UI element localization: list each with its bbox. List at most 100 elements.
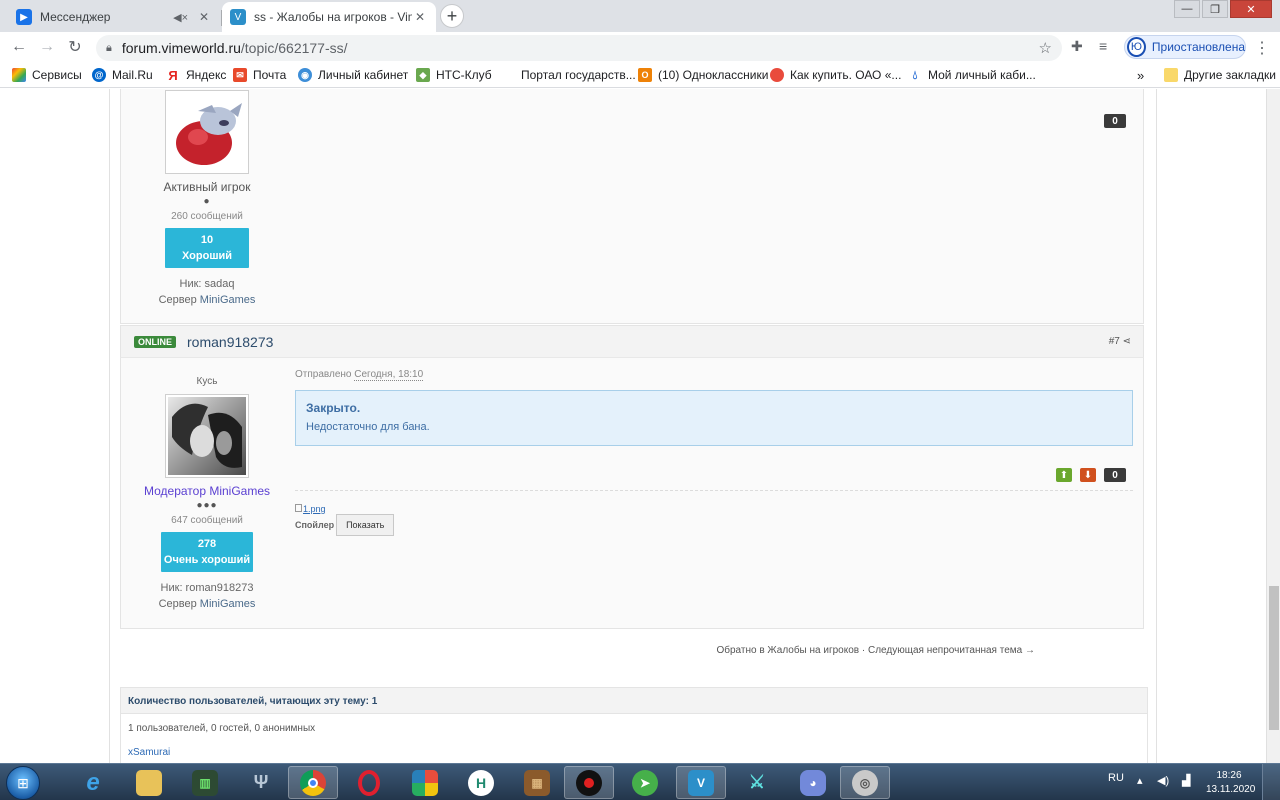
share-icon[interactable]: ⋖ bbox=[1123, 336, 1131, 347]
tab-title: ss - Жалобы на игроков - VimeWorld bbox=[254, 10, 412, 24]
taskbar-trident[interactable]: Ψ bbox=[236, 766, 286, 799]
h-app-icon: H bbox=[468, 769, 494, 796]
record-icon bbox=[576, 769, 602, 796]
post-author-info: Активный игрок ● 260 сообщений 10 Хороши… bbox=[121, 90, 293, 308]
close-icon[interactable]: ✕ bbox=[412, 10, 428, 24]
player-server: Сервер MiniGames bbox=[158, 598, 256, 610]
bookmark-cabinet[interactable]: ◉ Личный кабинет bbox=[298, 66, 408, 84]
forum-container: Активный игрок ● 260 сообщений 10 Хороши… bbox=[109, 89, 1157, 763]
taskbar-sword-app[interactable]: ⚔ bbox=[732, 766, 782, 799]
downvote-button[interactable]: ⬇ bbox=[1080, 468, 1096, 482]
bookmark-mail[interactable]: ✉ Почта bbox=[233, 66, 286, 84]
bookmark-yandex[interactable]: Я Яндекс bbox=[166, 66, 226, 84]
taskbar-task-manager[interactable]: ▥ bbox=[180, 766, 230, 799]
rubiks-cube-icon bbox=[412, 769, 438, 796]
notice-title: Закрыто. bbox=[306, 401, 361, 415]
bookmark-ntc[interactable]: ◆ НТС-Клуб bbox=[416, 66, 492, 84]
tab-vimeworld[interactable]: V ss - Жалобы на игроков - VimeWorld ✕ bbox=[222, 2, 436, 32]
page-viewport: Активный игрок ● 260 сообщений 10 Хороши… bbox=[0, 89, 1266, 763]
tab-messenger[interactable]: ▶ Мессенджер ◀× ✕ bbox=[8, 2, 220, 32]
taskbar-discord[interactable]: ◕ bbox=[788, 766, 838, 799]
scrollbar-thumb[interactable] bbox=[1269, 586, 1279, 730]
broken-image-icon bbox=[295, 503, 302, 512]
profile-status: Приостановлена bbox=[1151, 40, 1245, 54]
post-author-link[interactable]: roman918273 bbox=[187, 334, 273, 350]
back-arrow-icon[interactable]: ← bbox=[8, 36, 30, 58]
url-path: /topic/662177-ss/ bbox=[240, 40, 348, 56]
taskbar-cube[interactable] bbox=[400, 766, 450, 799]
muted-audio-icon[interactable]: ◀× bbox=[173, 11, 188, 24]
vimeworld-icon: V bbox=[230, 9, 246, 25]
browser-menu-icon[interactable]: ⋮ bbox=[1254, 38, 1270, 58]
task-manager-icon: ▥ bbox=[192, 769, 218, 796]
internet-explorer-icon: e bbox=[86, 768, 100, 796]
window-controls: — ❐ ✕ bbox=[1172, 0, 1272, 18]
network-icon[interactable]: ▟ bbox=[1182, 774, 1190, 787]
minimize-button[interactable]: — bbox=[1174, 0, 1200, 18]
reputation-score: 0 bbox=[1104, 114, 1126, 128]
bookmark-star-icon[interactable]: ☆ bbox=[1039, 39, 1052, 57]
speaker-icon: ◎ bbox=[852, 769, 878, 796]
online-badge: ONLINE bbox=[134, 335, 177, 348]
tray-expand-icon[interactable]: ▴ bbox=[1137, 774, 1143, 787]
system-clock[interactable]: 18:26 13.11.2020 bbox=[1206, 769, 1255, 797]
window-close-button[interactable]: ✕ bbox=[1230, 0, 1272, 18]
active-users-stats: 1 пользователей, 0 гостей, 0 анонимных bbox=[128, 723, 316, 734]
notice-text: Недостаточно для бана. bbox=[306, 421, 430, 433]
forward-arrow-icon[interactable]: → bbox=[36, 36, 58, 58]
post-number[interactable]: #7 ⋖ bbox=[1109, 336, 1131, 347]
taskbar-telegram[interactable]: ➤ bbox=[620, 766, 670, 799]
restore-button[interactable]: ❐ bbox=[1202, 0, 1228, 18]
taskbar-recorder[interactable] bbox=[564, 766, 614, 799]
reload-icon[interactable]: ↻ bbox=[64, 36, 86, 58]
address-bar[interactable]: 🔒︎ forum.vimeworld.ru/topic/662177-ss/ ☆ bbox=[96, 35, 1062, 61]
other-bookmarks[interactable]: Другие закладки bbox=[1164, 66, 1276, 84]
extensions-puzzle-icon[interactable]: ✚ bbox=[1071, 38, 1083, 55]
bookmark-personal[interactable]: 💧︎ Мой личный каби... bbox=[908, 66, 1036, 84]
reputation-badge: 10 Хороший bbox=[165, 228, 249, 268]
upvote-button[interactable]: ⬆ bbox=[1056, 468, 1072, 482]
player-nick: Ник: roman918273 bbox=[160, 582, 254, 594]
yandex-icon: Я bbox=[166, 68, 180, 83]
taskbar-minecraft-launcher[interactable]: ▦ bbox=[512, 766, 562, 799]
show-desktop-button[interactable] bbox=[1262, 764, 1280, 800]
spoiler: Спойлер Показать bbox=[295, 514, 395, 536]
bookmark-gosuslugi[interactable]: Портал государств... bbox=[501, 66, 636, 84]
back-to-forum-link[interactable]: Обратно в Жалобы на игроков bbox=[716, 645, 859, 656]
taskbar-h-app[interactable]: H bbox=[456, 766, 506, 799]
new-tab-button[interactable]: + bbox=[440, 4, 464, 28]
avatar[interactable] bbox=[165, 90, 249, 174]
taskbar-speaker-app[interactable]: ◎ bbox=[840, 766, 890, 799]
topic-navigation: Обратно в Жалобы на игроков · Следующая … bbox=[716, 645, 1035, 656]
taskbar-explorer[interactable] bbox=[124, 766, 174, 799]
drop-icon: 💧︎ bbox=[912, 67, 918, 82]
bookmark-mailru[interactable]: @ Mail.Ru bbox=[92, 66, 153, 84]
taskbar-ie[interactable]: e bbox=[68, 766, 118, 799]
bookmarks-overflow-button[interactable]: » bbox=[1137, 66, 1144, 84]
spoiler-show-button[interactable]: Показать bbox=[336, 514, 395, 536]
member-rank: Активный игрок bbox=[163, 180, 251, 194]
avatar-image bbox=[168, 397, 246, 475]
lock-icon[interactable]: 🔒︎ bbox=[106, 42, 112, 55]
chrome-icon bbox=[300, 769, 326, 796]
close-icon[interactable]: ✕ bbox=[196, 10, 212, 24]
bookmark-services[interactable]: Сервисы bbox=[12, 66, 82, 84]
taskbar-chrome[interactable] bbox=[288, 766, 338, 799]
taskbar-vimeworld[interactable]: V bbox=[676, 766, 726, 799]
messenger-icon: ▶ bbox=[16, 9, 32, 25]
start-button[interactable]: ⊞ bbox=[6, 766, 40, 800]
language-indicator[interactable]: RU bbox=[1108, 772, 1124, 784]
bookmark-odnoklassniki[interactable]: О (10) Одноклассники bbox=[638, 66, 768, 84]
page-scrollbar[interactable] bbox=[1266, 89, 1280, 763]
avatar[interactable] bbox=[165, 394, 249, 478]
next-unread-link[interactable]: Следующая непрочитанная тема → bbox=[868, 645, 1035, 656]
active-user-link[interactable]: xSamurai bbox=[121, 734, 1147, 758]
reputation-badge: 278 Очень хороший bbox=[161, 532, 253, 572]
active-users-title: Количество пользователей, читающих эту т… bbox=[121, 688, 1147, 714]
taskbar-opera[interactable] bbox=[344, 766, 394, 799]
profile-button[interactable]: Ю Приостановлена bbox=[1124, 35, 1246, 59]
bookmark-buy[interactable]: Как купить. ОАО «... bbox=[770, 66, 901, 84]
volume-icon[interactable]: ◀) bbox=[1157, 774, 1169, 787]
media-queue-icon[interactable]: ≡ bbox=[1099, 38, 1107, 54]
red-circle-icon bbox=[770, 68, 784, 82]
